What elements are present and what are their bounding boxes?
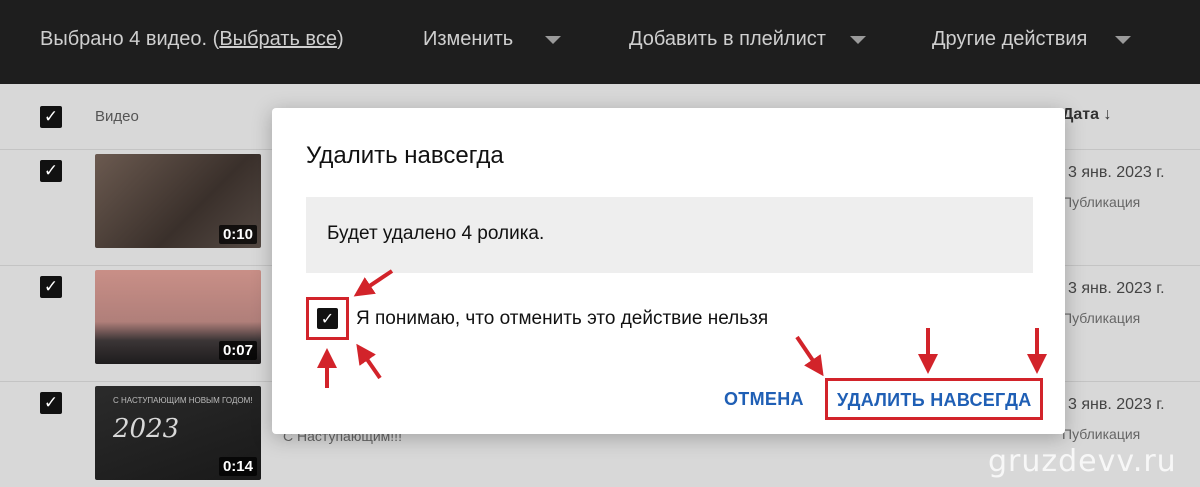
row-status: Публикация — [1062, 426, 1141, 442]
row-status: Публикация — [1062, 310, 1141, 326]
selection-toolbar: Выбрано 4 видео. (Выбрать все) Изменить … — [0, 0, 1200, 84]
column-video-header: Видео — [95, 108, 139, 125]
video-thumbnail[interactable]: 0:10 — [95, 154, 261, 248]
more-actions-label: Другие действия — [932, 28, 1088, 50]
row-date: 3 янв. 2023 г. — [1068, 164, 1165, 181]
thumbnail-year: 2023 — [113, 414, 180, 444]
chevron-down-icon — [1115, 35, 1132, 44]
column-date-header[interactable]: Дата ↓ — [1062, 106, 1111, 124]
ack-checkbox-highlight: ✓ — [306, 297, 349, 340]
selection-count-text: Выбрано 4 видео. ( — [40, 28, 220, 50]
ack-checkbox[interactable]: ✓ — [317, 308, 338, 329]
add-to-playlist-label: Добавить в плейлист — [629, 28, 826, 50]
ack-label[interactable]: Я понимаю, что отменить это действие нел… — [356, 308, 768, 330]
row-date: 3 янв. 2023 г. — [1068, 396, 1165, 413]
row-status: Публикация — [1062, 194, 1141, 210]
select-all-checkbox[interactable]: ✓ — [40, 106, 62, 128]
delete-forever-dialog: Удалить навсегда Будет удалено 4 ролика.… — [272, 108, 1065, 434]
selection-summary: Выбрано 4 видео. (Выбрать все) — [40, 28, 344, 51]
dialog-message-box: Будет удалено 4 ролика. — [306, 197, 1033, 273]
add-to-playlist-menu[interactable]: Добавить в плейлист — [629, 28, 866, 51]
edit-menu[interactable]: Изменить — [423, 28, 562, 51]
selection-paren: ) — [336, 28, 344, 50]
cancel-button[interactable]: ОТМЕНА — [724, 389, 804, 410]
row-checkbox[interactable]: ✓ — [40, 392, 62, 414]
video-duration: 0:10 — [218, 225, 257, 244]
delete-forever-label: УДАЛИТЬ НАВСЕГДА — [837, 390, 1032, 410]
dialog-message: Будет удалено 4 ролика. — [327, 223, 545, 244]
more-actions-menu[interactable]: Другие действия — [932, 28, 1132, 51]
chevron-down-icon — [849, 35, 866, 44]
watermark: gruzdevv.ru — [988, 444, 1177, 479]
video-thumbnail[interactable]: С НАСТУПАЮЩИМ НОВЫМ ГОДОМ! 2023 0:14 — [95, 386, 261, 480]
video-duration: 0:14 — [218, 457, 257, 476]
row-checkbox[interactable]: ✓ — [40, 160, 62, 182]
row-checkbox[interactable]: ✓ — [40, 276, 62, 298]
video-thumbnail[interactable]: 0:07 — [95, 270, 261, 364]
edit-menu-label: Изменить — [423, 28, 514, 50]
video-duration: 0:07 — [218, 341, 257, 360]
select-all-link[interactable]: Выбрать все — [219, 28, 337, 50]
thumbnail-caption: С НАСТУПАЮЩИМ НОВЫМ ГОДОМ! — [113, 396, 253, 405]
chevron-down-icon — [545, 35, 562, 44]
dialog-title: Удалить навсегда — [306, 142, 504, 169]
delete-forever-button[interactable]: УДАЛИТЬ НАВСЕГДА — [825, 378, 1043, 420]
row-date: 3 янв. 2023 г. — [1068, 280, 1165, 297]
